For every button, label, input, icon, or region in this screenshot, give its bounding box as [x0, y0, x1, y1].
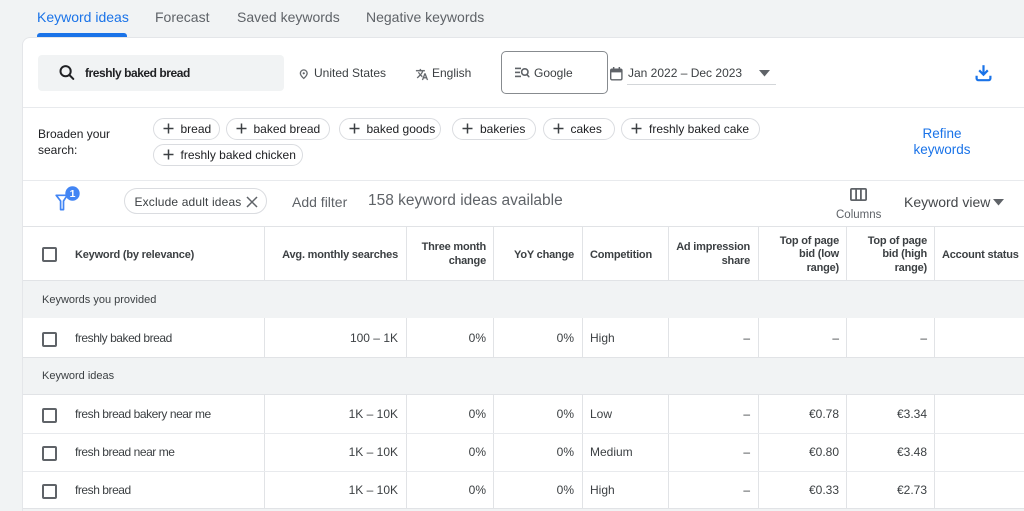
svg-text:1: 1	[70, 188, 76, 200]
